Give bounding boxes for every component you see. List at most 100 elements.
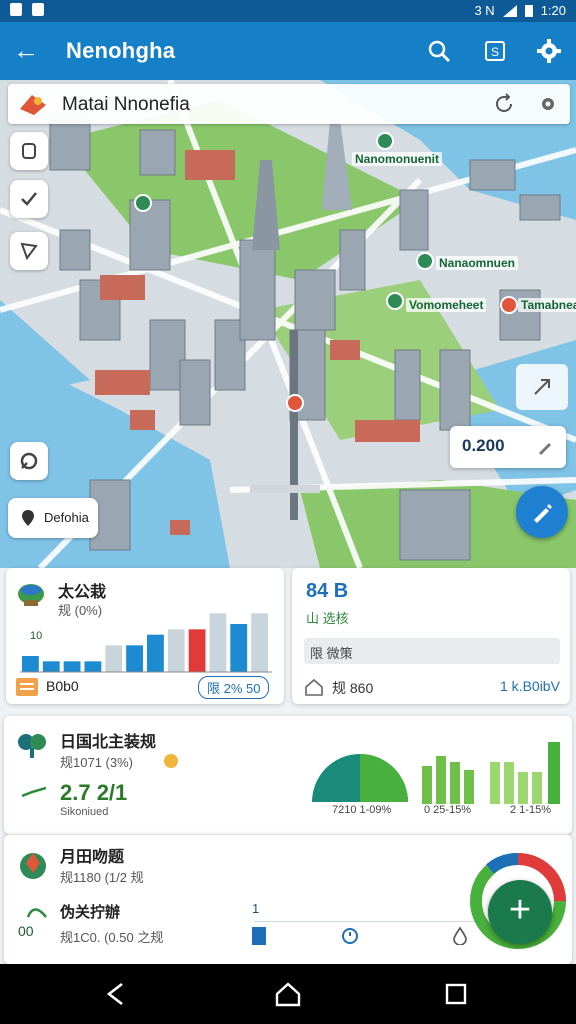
bar-label-b: 2 1-15% (510, 804, 551, 816)
chart-bar (126, 645, 143, 672)
chart-bar (105, 645, 123, 672)
status-indicators: 3 N 1:20 (474, 3, 566, 18)
status-bar: 3 N 1:20 (0, 0, 576, 22)
poi-label: Vomomeheet (406, 298, 487, 312)
chart-bar (251, 613, 268, 672)
poi-pin[interactable] (376, 132, 394, 150)
gear-icon[interactable] (534, 36, 564, 66)
detail-card[interactable]: 月田吻题 规1180 (1/2 规 伪关拧辦 规1C0. (0.50 之规 00… (4, 834, 572, 964)
chart-bar (84, 661, 102, 672)
chart-bar (188, 629, 206, 672)
city-map[interactable]: Matai Nnonefia Nanomonuenit Nanaomnuen V… (0, 80, 576, 568)
tag-icon (20, 452, 38, 470)
poi-pin[interactable] (416, 252, 434, 270)
refresh-icon[interactable] (492, 92, 516, 116)
wave-icon (26, 908, 47, 918)
edit-fab[interactable] (516, 486, 568, 538)
poi-label: Nanaomnuen (436, 256, 519, 270)
chart-bar (147, 634, 164, 672)
poi-pin[interactable] (134, 194, 152, 212)
summary-card[interactable]: 日国北主装规 规1071 (3%) 2.7 2/1 Sikoniued 7210… (4, 716, 572, 834)
detail-marker-b: 00 (18, 923, 34, 939)
coin-icon (164, 754, 178, 768)
stat-value: 84 B (306, 580, 349, 602)
document-icon (16, 678, 38, 696)
nav-back-icon[interactable] (100, 978, 132, 1010)
battery-icon (524, 5, 533, 17)
app-logo-icon (20, 95, 46, 115)
navigation-icon (20, 242, 38, 261)
timer-icon[interactable] (340, 925, 360, 945)
edit-icon (534, 504, 552, 523)
home-outline-icon (305, 678, 323, 696)
detail-subtitle-2: 规1C0. (0.50 之规 (60, 930, 164, 945)
map-layer-button[interactable] (10, 132, 48, 170)
poi-pin[interactable] (286, 394, 304, 412)
compass-icon (534, 379, 550, 395)
map-location-label: Defohia (44, 510, 89, 525)
clock: 1:20 (540, 3, 566, 18)
summary-title: 日国北主装规 (60, 734, 157, 751)
detail-subtitle: 规1180 (1/2 规 (60, 870, 144, 885)
poi-pin[interactable] (500, 296, 518, 314)
network-label: 3 N (474, 3, 495, 18)
poi-label: Tamabnea (518, 298, 576, 312)
price-value: 0.200 (462, 436, 505, 455)
bar-label-a: 0 25-15% (424, 804, 472, 816)
trend-icon (22, 786, 46, 798)
map-search-bar[interactable]: Matai Nnonefia (8, 84, 570, 124)
settings-small-icon[interactable] (536, 92, 560, 116)
chart-bar (42, 661, 60, 672)
chart-bar (230, 624, 248, 672)
stat-subtitle: 山 选核 (306, 611, 349, 626)
poi-pin[interactable] (386, 292, 404, 310)
mini-bar-chart (422, 742, 560, 804)
map-compass-button[interactable] (516, 364, 568, 410)
notification-icons (10, 3, 44, 16)
check-icon (21, 192, 37, 206)
location-icon (22, 510, 34, 526)
search-icon[interactable] (424, 36, 454, 66)
divider (254, 921, 494, 922)
price-chip[interactable]: 0.200 (450, 426, 566, 468)
chart-bar (167, 629, 185, 672)
chart-bar (22, 656, 39, 672)
poi-label: Nanomonuenit (352, 152, 442, 166)
layers-icon (22, 143, 36, 159)
map-search-text: Matai Nnonefia (62, 94, 190, 115)
leaf-icon (18, 734, 46, 758)
summary-caption: Sikoniued (60, 806, 109, 818)
summary-value: 2.7 2/1 (60, 780, 128, 805)
add-fab[interactable]: + (488, 880, 552, 944)
share-icon[interactable]: S (480, 36, 510, 66)
pencil-icon (539, 443, 551, 455)
chart-card[interactable]: 太公栽 规 (0%) 10 B0b0 限 2% 50 (6, 568, 284, 704)
map-tag-button[interactable] (10, 442, 48, 480)
map-location-chip[interactable]: Defohia (8, 498, 98, 538)
bar-chart (20, 613, 272, 673)
footer-left: 规 860 (332, 680, 374, 696)
footer-left: B0b0 (46, 678, 79, 694)
map-locate-button[interactable] (10, 232, 48, 270)
pie-label: 7210 1-09% (332, 804, 392, 816)
detail-title: 月田吻题 (60, 849, 125, 866)
stat-row-label: 限 微策 (310, 646, 353, 661)
stats-card[interactable]: 84 B 山 选核 限 微策 规 860 1 k.B0ibV (292, 568, 570, 704)
half-pie-chart (312, 754, 408, 802)
footer-right-badge[interactable]: 限 2% 50 (198, 676, 270, 699)
progress-marker (252, 927, 266, 945)
chart-bar (209, 613, 227, 672)
card-title: 太公栽 (58, 584, 107, 601)
chart-bar (63, 661, 81, 672)
detail-title-2: 伪关拧辦 (60, 904, 121, 921)
nav-home-icon[interactable] (272, 978, 304, 1010)
system-nav-bar (0, 964, 576, 1024)
map-check-button[interactable] (10, 180, 48, 218)
page-title: Nenohgha (66, 38, 176, 63)
drop-icon[interactable] (450, 925, 470, 945)
summary-subtitle: 规1071 (3%) (60, 755, 133, 770)
svg-text:S: S (491, 45, 499, 59)
map-illustration (0, 80, 576, 568)
back-arrow-icon[interactable]: ← (10, 35, 42, 67)
nav-recents-icon[interactable] (440, 978, 472, 1010)
